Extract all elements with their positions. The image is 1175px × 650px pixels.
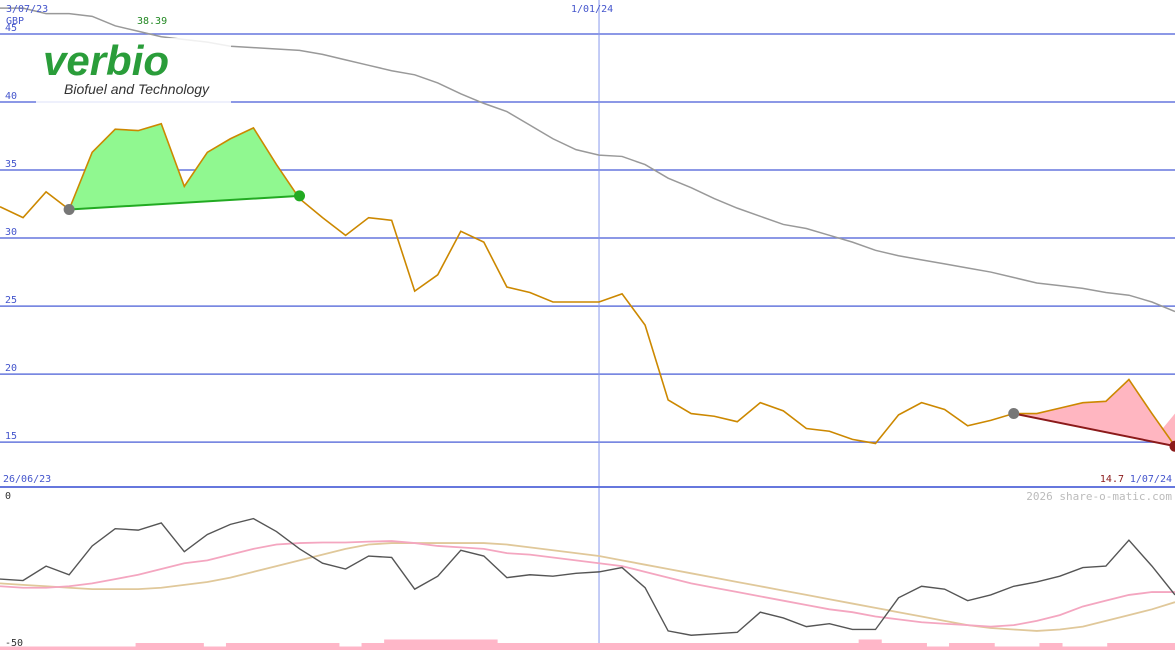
volume-bar bbox=[1129, 643, 1153, 650]
stock-chart: 15202530354045 verbio Biofuel and Techno… bbox=[0, 0, 1175, 650]
y-tick-20: 20 bbox=[5, 363, 17, 374]
trend-start-marker-0 bbox=[63, 203, 75, 215]
volume-bar bbox=[768, 643, 792, 650]
volume-bar bbox=[655, 643, 679, 650]
volume-bar bbox=[22, 646, 46, 650]
volume-bar bbox=[361, 643, 385, 650]
volume-bar bbox=[338, 646, 363, 650]
volume-bar bbox=[158, 643, 182, 650]
volume-bar bbox=[723, 643, 747, 650]
volume-bar bbox=[610, 643, 634, 650]
y-tick-30: 30 bbox=[5, 227, 17, 238]
volume-bar bbox=[564, 643, 588, 650]
volume-bar bbox=[994, 646, 1018, 650]
volume-bar bbox=[1152, 643, 1175, 650]
volume-bar bbox=[67, 646, 91, 650]
y-tick-35: 35 bbox=[5, 159, 17, 170]
volume-bar bbox=[1107, 643, 1131, 650]
volume-bar bbox=[497, 643, 521, 650]
volume-bar bbox=[587, 643, 611, 650]
volume-bar bbox=[1016, 646, 1040, 650]
volume-bar bbox=[858, 639, 882, 650]
volume-bar bbox=[836, 643, 860, 650]
volume-bar bbox=[180, 643, 204, 650]
volume-bar bbox=[90, 646, 114, 650]
volume-bar bbox=[677, 643, 701, 650]
mid-date-label: 1/01/24 bbox=[571, 4, 613, 15]
trend-start-marker-1 bbox=[1008, 408, 1020, 420]
end-date-label: 1/07/24 bbox=[1130, 474, 1172, 485]
peak-value-label: 38.39 bbox=[137, 16, 167, 27]
volume-bar bbox=[1084, 646, 1108, 650]
volume-bar bbox=[293, 643, 317, 650]
volume-bar bbox=[926, 646, 950, 650]
last-value-label: 14.7 bbox=[1100, 474, 1124, 485]
volume-bar bbox=[0, 646, 24, 650]
volume-bar bbox=[813, 643, 837, 650]
volume-bar bbox=[949, 643, 973, 650]
credit-label: 2026 share-o-matic.com bbox=[1026, 490, 1172, 503]
volume-bar bbox=[451, 639, 476, 650]
volume-bar bbox=[474, 639, 498, 650]
volume-bar bbox=[248, 643, 272, 650]
volume-bar bbox=[384, 639, 408, 650]
volume-bar bbox=[1039, 643, 1063, 650]
volume-bar bbox=[225, 643, 250, 650]
volume-bar bbox=[271, 643, 295, 650]
y-tick-40: 40 bbox=[5, 91, 17, 102]
volume-bar bbox=[881, 643, 905, 650]
volume-bar bbox=[790, 643, 814, 650]
volume-bar bbox=[1062, 646, 1086, 650]
oscillator-top-label: 0 bbox=[5, 491, 11, 502]
y-tick-15: 15 bbox=[5, 431, 17, 442]
verbio-logo: verbio Biofuel and Technology bbox=[36, 37, 231, 103]
start-date-label: 3/07/23 bbox=[6, 4, 48, 15]
volume-bar bbox=[316, 643, 340, 650]
volume-bar bbox=[519, 643, 543, 650]
y-tick-25: 25 bbox=[5, 295, 17, 306]
oscillator-start-date-label: 26/06/23 bbox=[3, 474, 51, 485]
volume-bar bbox=[542, 643, 566, 650]
volume-bar bbox=[112, 646, 137, 650]
trend-end-marker-0 bbox=[294, 190, 306, 202]
volume-bar bbox=[971, 643, 995, 650]
volume-bar bbox=[903, 643, 927, 650]
volume-bar bbox=[135, 643, 159, 650]
volume-bar bbox=[45, 646, 69, 650]
volume-bar bbox=[406, 639, 430, 650]
logo-tagline: Biofuel and Technology bbox=[64, 81, 210, 97]
volume-bar bbox=[700, 643, 724, 650]
logo-wordmark: verbio bbox=[43, 37, 169, 84]
volume-bar bbox=[203, 646, 227, 650]
volume-bar bbox=[632, 643, 656, 650]
volume-bar bbox=[429, 639, 453, 650]
volume-bar bbox=[745, 643, 769, 650]
currency-label: GBP bbox=[6, 16, 24, 27]
